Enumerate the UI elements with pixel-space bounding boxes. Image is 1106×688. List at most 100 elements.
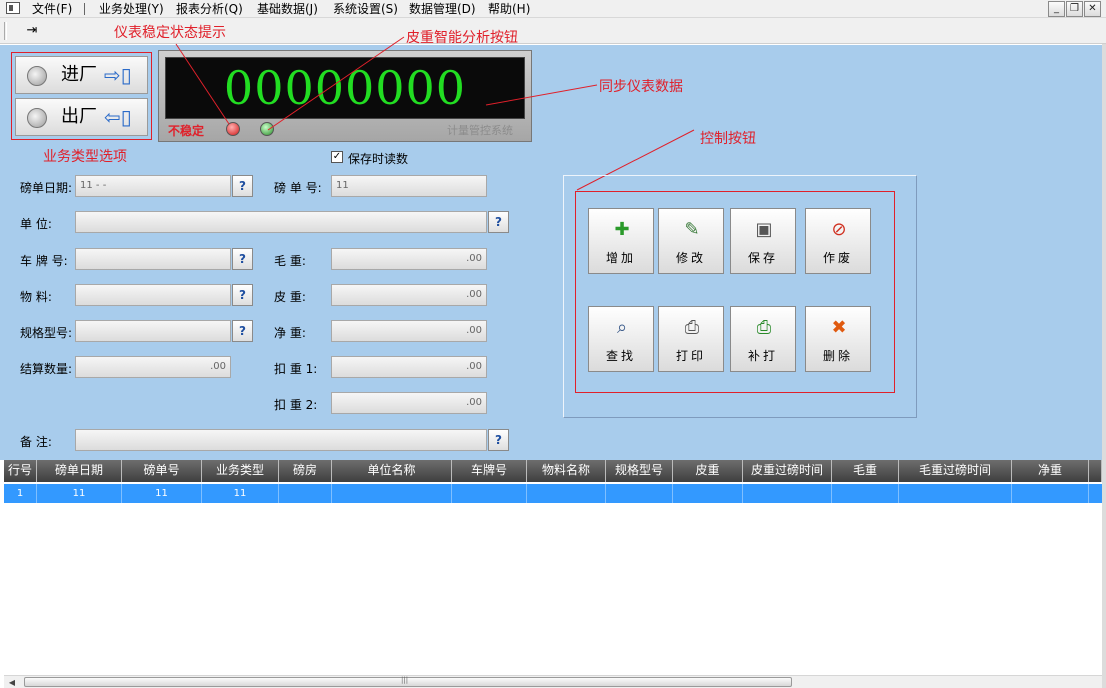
void-button[interactable]: ⊘ 作废 (805, 208, 871, 274)
record-grid: 行号 磅单日期 磅单号 业务类型 磅房 单位名称 车牌号 物料名称 规格型号 皮… (0, 460, 1106, 675)
close-button[interactable]: ✕ (1084, 1, 1101, 17)
unit-label: 单 位: (20, 217, 52, 231)
date-field[interactable]: 11 - - (75, 175, 231, 197)
ticket-no-field[interactable]: 11 (331, 175, 487, 197)
col-row-no[interactable]: 行号 (4, 460, 37, 482)
stability-led-icon (226, 122, 240, 136)
tare-label: 皮 重: (274, 290, 306, 304)
reprint-icon: ⎙ (756, 317, 772, 338)
delete-button[interactable]: ✖ 删除 (805, 306, 871, 372)
void-label: 作废 (822, 251, 853, 265)
unit-field[interactable] (75, 211, 487, 233)
add-button[interactable]: ✚ 增加 (588, 208, 654, 274)
material-help-button[interactable]: ? (232, 284, 253, 306)
gross-label: 毛 重: (274, 254, 306, 268)
deduct2-label: 扣 重 2: (274, 398, 318, 412)
spec-field[interactable] (75, 320, 231, 342)
meter-digits: 00000000 (223, 61, 467, 115)
save-button[interactable]: ▣ 保存 (730, 208, 796, 274)
minimize-button[interactable]: _ (1048, 1, 1065, 17)
void-icon: ⊘ (831, 219, 847, 240)
system-name: 计量管控系统 (447, 124, 513, 137)
find-label: 查找 (605, 349, 636, 363)
plate-field[interactable] (75, 248, 231, 270)
menu-file[interactable]: 文件(F) (32, 2, 72, 16)
date-help-button[interactable]: ? (232, 175, 253, 197)
cell-gross-time (899, 484, 1012, 503)
menu-business[interactable]: 业务处理(Y) (99, 2, 164, 16)
save-icon: ▣ (755, 219, 773, 240)
exit-button[interactable]: 出厂 ⇦▯ (15, 98, 148, 136)
settle-label: 结算数量: (20, 362, 73, 376)
spec-help-button[interactable]: ? (232, 320, 253, 342)
find-icon: ⌕ (616, 317, 628, 338)
menu-basic-data[interactable]: 基础数据(J) (257, 2, 318, 16)
annotation-sync-meter: 同步仪表数据 (599, 79, 683, 95)
entry-radio-icon (27, 66, 47, 86)
col-tare[interactable]: 皮重 (673, 460, 743, 482)
col-spec[interactable]: 规格型号 (606, 460, 673, 482)
col-scale-room[interactable]: 磅房 (279, 460, 332, 482)
net-field[interactable]: .00 (331, 320, 487, 342)
find-button[interactable]: ⌕ 查找 (588, 306, 654, 372)
col-plate[interactable]: 车牌号 (452, 460, 527, 482)
print-button[interactable]: ⎙ 打印 (658, 306, 724, 372)
cell-tare-time (743, 484, 832, 503)
material-field[interactable] (75, 284, 231, 306)
settle-field[interactable]: .00 (75, 356, 231, 378)
exit-icon[interactable]: ⇥ (22, 22, 42, 40)
col-unit-name[interactable]: 单位名称 (332, 460, 452, 482)
col-ticket-no[interactable]: 磅单号 (122, 460, 202, 482)
remark-help-button[interactable]: ? (488, 429, 509, 451)
edit-button[interactable]: ✎ 修改 (658, 208, 724, 274)
print-label: 打印 (675, 349, 706, 363)
deduct1-field[interactable]: .00 (331, 356, 487, 378)
cell-scale-room (279, 484, 332, 503)
cell-tare (673, 484, 743, 503)
reprint-button[interactable]: ⎙ 补打 (730, 306, 796, 372)
gross-field[interactable]: .00 (331, 248, 487, 270)
meter-status: 不稳定 (168, 124, 205, 138)
deduct2-field[interactable]: .00 (331, 392, 487, 414)
right-edge-scrollbar (1102, 44, 1106, 688)
toolbar-grip (4, 22, 7, 40)
spec-label: 规格型号: (20, 326, 73, 340)
save-reading-label: 保存时读数 (348, 152, 409, 166)
delete-icon: ✖ (831, 317, 847, 338)
remark-field[interactable] (75, 429, 487, 451)
col-gross-time[interactable]: 毛重过磅时间 (899, 460, 1012, 482)
restore-button[interactable]: ❐ (1066, 1, 1083, 17)
col-gross[interactable]: 毛重 (832, 460, 899, 482)
cell-unit-name (332, 484, 452, 503)
save-reading-checkbox[interactable]: ✓ (331, 151, 343, 163)
menu-bar: 文件(F) 业务处理(Y) 报表分析(Q) 基础数据(J) 系统设置(S) 数据… (0, 0, 1106, 18)
scroll-left-icon[interactable]: ◀ (6, 677, 18, 688)
unit-help-button[interactable]: ? (488, 211, 509, 233)
scroll-thumb[interactable] (24, 676, 792, 687)
menu-settings[interactable]: 系统设置(S) (333, 2, 398, 16)
col-material[interactable]: 物料名称 (527, 460, 606, 482)
col-tare-time[interactable]: 皮重过磅时间 (743, 460, 832, 482)
app-window: 文件(F) 业务处理(Y) 报表分析(Q) 基础数据(J) 系统设置(S) 数据… (0, 0, 1106, 688)
menu-data-management[interactable]: 数据管理(D) (409, 2, 476, 16)
tare-analysis-button[interactable] (260, 122, 274, 136)
menu-separator (84, 3, 85, 15)
horizontal-scrollbar[interactable]: ◀ (4, 675, 1102, 688)
date-label: 磅单日期: (20, 181, 73, 195)
col-date[interactable]: 磅单日期 (37, 460, 122, 482)
add-label: 增加 (605, 251, 636, 265)
exit-label: 出厂 (61, 106, 97, 127)
col-overflow (1089, 460, 1102, 482)
remark-label: 备 注: (20, 435, 52, 449)
col-business-type[interactable]: 业务类型 (202, 460, 279, 482)
table-row[interactable]: 1 11 11 11 (4, 484, 1102, 503)
app-icon[interactable] (6, 2, 20, 14)
entry-button[interactable]: 进厂 ⇨▯ (15, 56, 148, 94)
tare-field[interactable]: .00 (331, 284, 487, 306)
col-net[interactable]: 净重 (1012, 460, 1089, 482)
menu-help[interactable]: 帮助(H) (488, 2, 530, 16)
menu-reports[interactable]: 报表分析(Q) (176, 2, 243, 16)
cell-net (1012, 484, 1089, 503)
annotation-tare-analysis: 皮重智能分析按钮 (406, 30, 518, 46)
plate-help-button[interactable]: ? (232, 248, 253, 270)
